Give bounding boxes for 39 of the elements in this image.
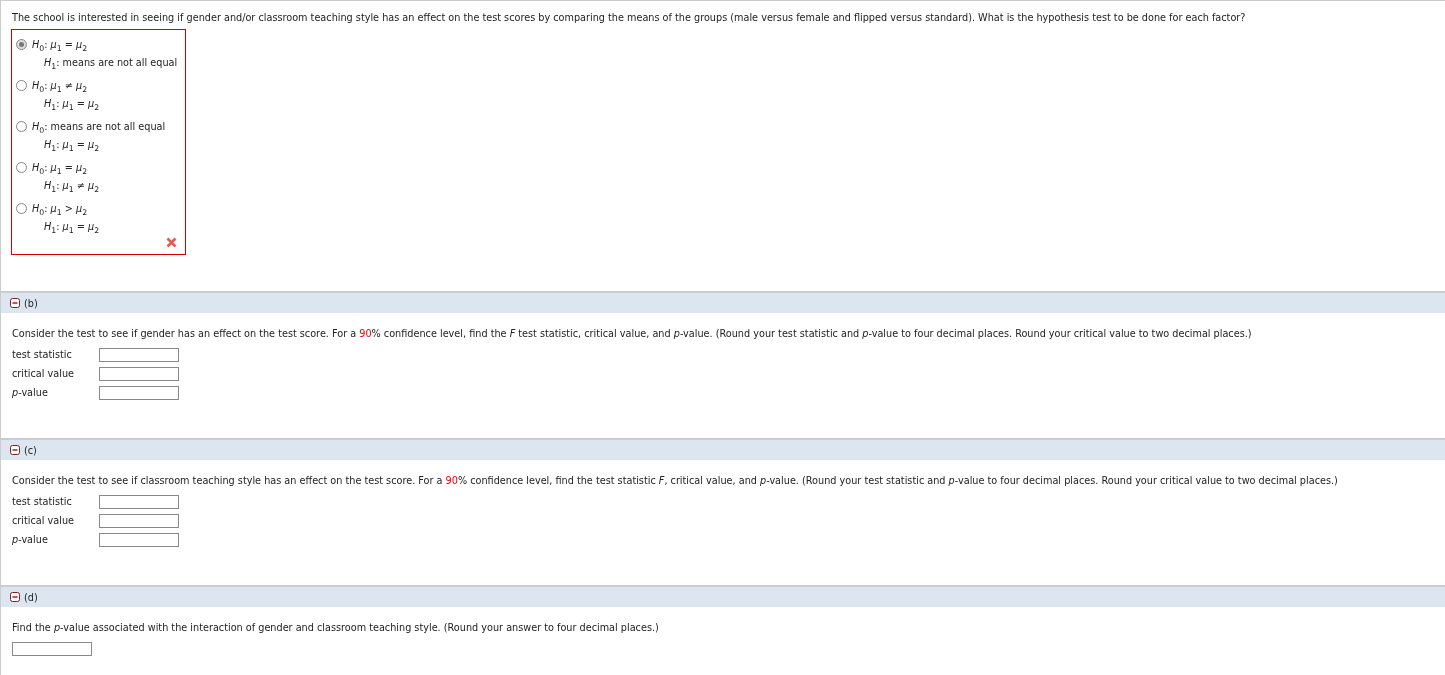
hypothesis-text: H$_{0}$: μ$_{1}$ = μ$_{2}$	[32, 38, 89, 54]
collapse-icon[interactable]	[10, 592, 20, 602]
field-label: critical value	[12, 368, 75, 379]
field-label: critical value	[12, 515, 75, 526]
hypothesis-text: H$_{1}$: μ$_{1}$ = μ$_{2}$	[43, 138, 101, 154]
field-label: test statistic	[12, 496, 73, 507]
radio-button[interactable]	[16, 162, 27, 173]
field-label: test statistic	[12, 349, 73, 360]
section-label: (d)	[24, 591, 38, 603]
hypothesis-text: H$_{1}$: μ$_{1}$ = μ$_{2}$	[43, 220, 101, 236]
hypothesis-text: H$_{1}$: μ$_{1}$ = μ$_{2}$	[43, 97, 101, 113]
hypothesis-text: H$_{0}$: μ$_{1}$ ≠ μ$_{2}$	[32, 79, 89, 95]
field-label: p-value	[12, 534, 49, 545]
answer-field[interactable]	[99, 347, 179, 362]
collapse-icon[interactable]	[10, 445, 20, 455]
incorrect-icon	[166, 237, 178, 248]
field-label: p-value	[12, 387, 49, 398]
section-label: (c)	[24, 444, 37, 456]
hypothesis-text: H$_{0}$: μ$_{1}$ = μ$_{2}$	[32, 161, 89, 177]
radio-button[interactable]	[16, 80, 27, 91]
prompt-text: Consider the test to see if classroom teaching style has an effect on the test score. For a 90% confidence level, find the test statistic F, critical value, and p-value. (Round your test statistic and p-value to four decimal places. Round your critical value to two decimal places.)	[12, 475, 1339, 486]
section-label: (b)	[24, 297, 38, 309]
answer-field[interactable]	[12, 641, 92, 656]
hypothesis-text: H$_{0}$: μ$_{1}$ > μ$_{2}$	[32, 202, 89, 218]
prompt-text: Consider the test to see if gender has an effect on the test score. For a 90% confidence level, find the F test statistic, critical value, and p-value. (Round your test statistic and p-value to four decimal places. Round your critical value to two decimal places.)	[12, 328, 1253, 339]
radio-button[interactable]	[16, 203, 27, 214]
collapse-icon[interactable]	[10, 298, 20, 308]
prompt-text: Find the p-value associated with the interaction of gender and classroom teaching style. (Round your answer to four decimal places.)	[12, 622, 660, 633]
answer-field[interactable]	[99, 494, 179, 509]
answer-field[interactable]	[99, 385, 179, 400]
answer-field[interactable]	[99, 366, 179, 381]
hypothesis-text: H$_{1}$: means are not all equal	[43, 56, 178, 72]
question-text: The school is interested in seeing if gender and/or classroom teaching style has an effect on the test scores by comparing the means of the groups (male versus female and flipped versus standard). What is the hypothesis test to be done for each factor?	[12, 12, 1247, 23]
hypothesis-text: H$_{1}$: μ$_{1}$ ≠ μ$_{2}$	[43, 179, 101, 195]
answer-field[interactable]	[99, 513, 179, 528]
radio-button[interactable]	[16, 39, 27, 50]
radio-button[interactable]	[16, 121, 27, 132]
hypothesis-text: H$_{0}$: means are not all equal	[32, 120, 167, 136]
answer-field[interactable]	[99, 532, 179, 547]
